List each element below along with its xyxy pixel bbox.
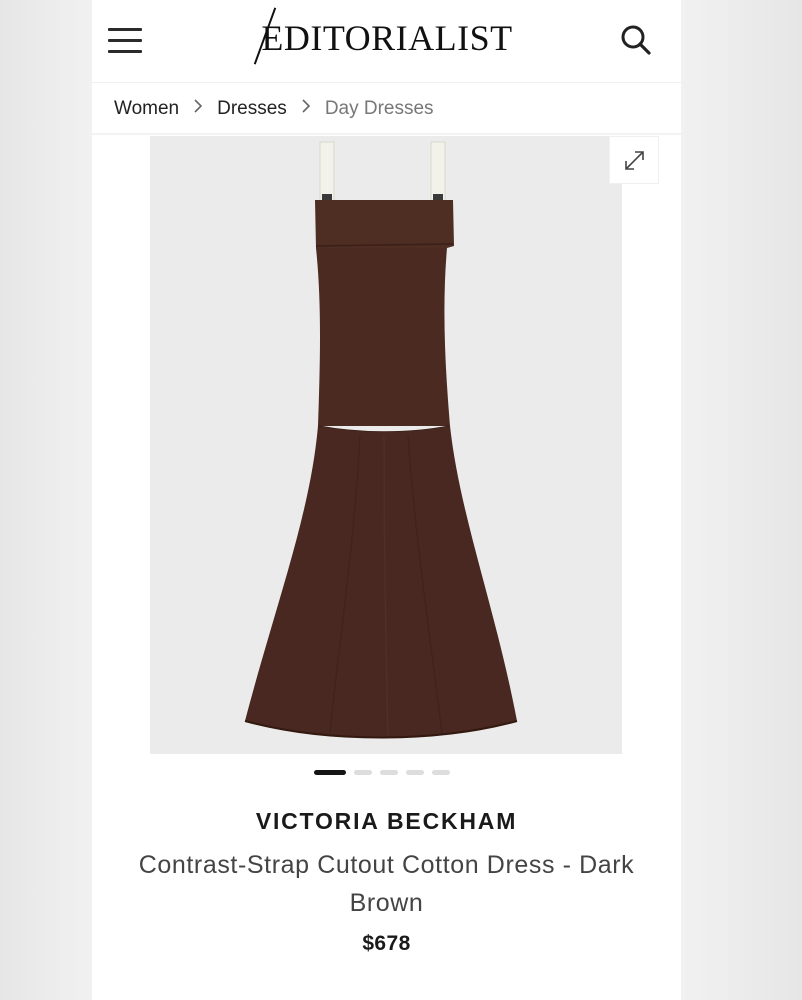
product-image[interactable] — [150, 136, 622, 754]
product-brand[interactable]: VICTORIA BECKHAM — [92, 808, 681, 835]
pager-dot-4[interactable] — [406, 769, 424, 775]
pager-dot-2[interactable] — [354, 769, 372, 775]
expand-arrows-icon[interactable] — [609, 136, 659, 184]
breadcrumb-dresses[interactable]: Dresses — [217, 98, 287, 120]
chevron-right-icon — [301, 98, 311, 120]
pager-dot-5[interactable] — [432, 769, 450, 775]
header-divider — [92, 82, 681, 83]
product-page: EDITORIALIST Women Dresses Day Dresses V… — [92, 0, 681, 1000]
product-price: $678 — [362, 932, 411, 955]
search-icon[interactable] — [618, 22, 654, 58]
section-divider — [92, 133, 681, 135]
pager-dot-1[interactable] — [314, 769, 346, 775]
page-background-left — [0, 0, 92, 1000]
site-header: EDITORIALIST — [92, 0, 681, 82]
product-title: Contrast-Strap Cutout Cotton Dress - Dar… — [138, 851, 635, 917]
hamburger-menu-icon[interactable] — [106, 22, 144, 58]
chevron-right-icon — [193, 98, 203, 120]
pager-dot-3[interactable] — [380, 769, 398, 775]
site-logo[interactable]: EDITORIALIST — [242, 12, 532, 64]
image-pager — [314, 768, 450, 776]
breadcrumb-women[interactable]: Women — [114, 98, 179, 120]
dress-image — [244, 141, 518, 739]
breadcrumb: Women Dresses Day Dresses — [114, 94, 434, 124]
page-background-right — [681, 0, 802, 1000]
logo-text: EDITORIALIST — [261, 18, 513, 58]
breadcrumb-day-dresses: Day Dresses — [324, 98, 434, 119]
